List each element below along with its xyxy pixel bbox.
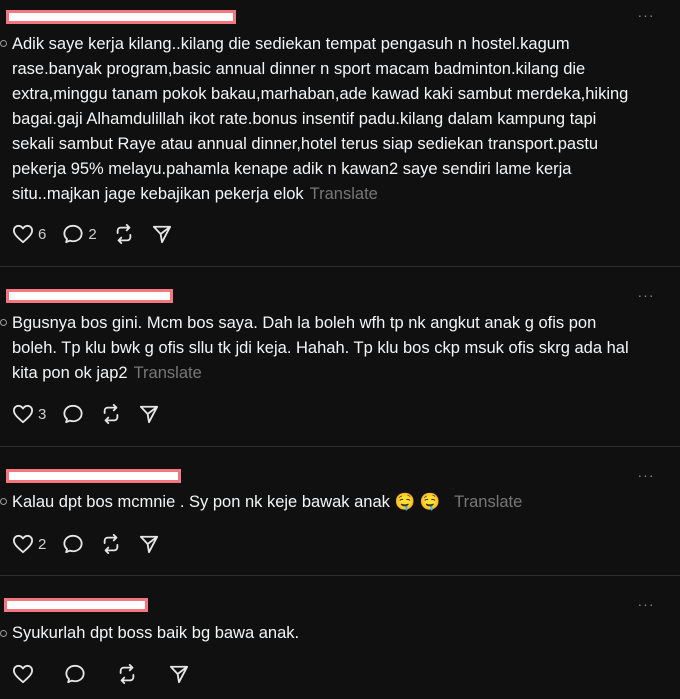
thread-indicator [0, 630, 7, 637]
post-text-content: Syukurlah dpt boss baik bg bawa anak. [12, 624, 300, 642]
thread-indicator [0, 319, 7, 326]
translate-link[interactable]: Translate [134, 364, 202, 382]
reply-button[interactable] [62, 404, 84, 424]
more-icon[interactable]: ··· [636, 8, 656, 22]
post-2: ··· Bgusnya bos gini. Mcm bos saya. Dah … [0, 267, 680, 446]
send-icon [140, 535, 159, 554]
comment-icon [65, 664, 85, 684]
post-text: Kalau dpt bos mcmnie . Sy pon nk keje ba… [12, 490, 642, 515]
reply-button[interactable] [62, 534, 84, 554]
post-text: Bgusnya bos gini. Mcm bos saya. Dah la b… [12, 311, 642, 386]
repost-icon [119, 664, 135, 684]
post-text-content: Kalau dpt bos mcmnie . Sy pon nk keje ba… [12, 493, 441, 511]
post-1: ··· Adik saye kerja kilang..kilang die s… [0, 0, 680, 266]
translate-link[interactable]: Translate [310, 185, 378, 203]
more-icon[interactable]: ··· [636, 288, 656, 302]
repost-button[interactable] [100, 404, 122, 424]
share-button[interactable] [138, 404, 160, 424]
heart-icon [13, 534, 33, 554]
repost-button[interactable] [113, 224, 135, 244]
post-3: ··· Kalau dpt bos mcmnie . Sy pon nk kej… [0, 447, 680, 575]
translate-link[interactable]: Translate [454, 493, 522, 511]
send-icon [169, 665, 189, 684]
send-icon [152, 225, 171, 244]
reply-button[interactable]: 2 [62, 224, 97, 244]
like-button[interactable] [12, 664, 34, 684]
like-button[interactable]: 2 [12, 534, 46, 554]
reply-count: 2 [88, 225, 97, 243]
redacted-username [4, 598, 148, 612]
comment-icon [63, 534, 83, 554]
post-4: ··· Syukurlah dpt boss baik bg bawa anak… [0, 576, 680, 699]
more-icon[interactable]: ··· [636, 468, 656, 482]
redacted-username [6, 10, 236, 24]
like-button[interactable]: 3 [12, 404, 46, 424]
send-icon [140, 405, 159, 424]
like-count: 2 [38, 535, 47, 553]
action-bar: 6 2 [12, 223, 189, 245]
comment-icon [63, 404, 83, 424]
redacted-username [6, 289, 173, 303]
share-button[interactable] [138, 534, 160, 554]
repost-icon [104, 404, 119, 424]
comment-icon [63, 224, 83, 244]
action-bar: 2 [12, 533, 176, 555]
like-count: 6 [38, 225, 47, 243]
repost-icon [104, 534, 119, 554]
reply-button[interactable] [64, 664, 86, 684]
post-text: Syukurlah dpt boss baik bg bawa anak. [12, 621, 642, 646]
heart-icon [13, 224, 33, 244]
action-bar [12, 663, 206, 685]
more-icon[interactable]: ··· [636, 597, 656, 611]
post-text-content: Bgusnya bos gini. Mcm bos saya. Dah la b… [12, 314, 629, 382]
thread-indicator [0, 40, 7, 47]
repost-button[interactable] [100, 534, 122, 554]
post-text: Adik saye kerja kilang..kilang die sedie… [12, 32, 642, 207]
like-button[interactable]: 6 [12, 224, 46, 244]
share-button[interactable] [151, 224, 173, 244]
action-bar: 3 [12, 403, 176, 425]
post-text-content: Adik saye kerja kilang..kilang die sedie… [12, 35, 629, 203]
repost-icon [116, 224, 131, 244]
thread-indicator [0, 498, 7, 505]
share-button[interactable] [168, 664, 190, 684]
like-count: 3 [38, 405, 47, 423]
heart-icon [13, 404, 33, 424]
repost-button[interactable] [116, 664, 138, 684]
redacted-username [6, 469, 181, 483]
heart-icon [13, 664, 33, 684]
